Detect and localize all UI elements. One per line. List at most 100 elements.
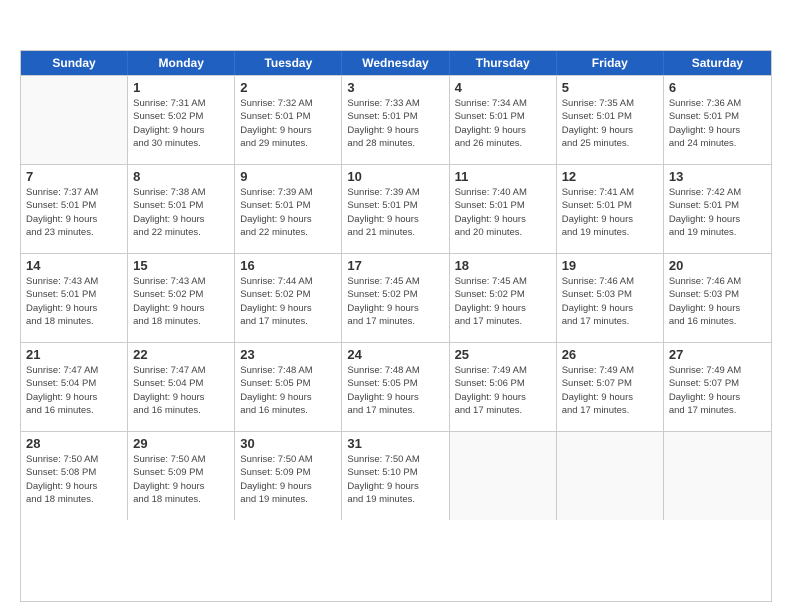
day-number: 29 [133,436,229,451]
calendar-row: 1 Sunrise: 7:31 AMSunset: 5:02 PMDaylight… [21,75,771,164]
day-number: 18 [455,258,551,273]
day-info: Sunrise: 7:47 AMSunset: 5:04 PMDaylight:… [26,364,122,417]
calendar-cell: 25 Sunrise: 7:49 AMSunset: 5:06 PMDayligh… [450,343,557,431]
calendar-cell: 23 Sunrise: 7:48 AMSunset: 5:05 PMDayligh… [235,343,342,431]
weekday-header: Friday [557,51,664,75]
calendar-cell: 14 Sunrise: 7:43 AMSunset: 5:01 PMDayligh… [21,254,128,342]
calendar-header: SundayMondayTuesdayWednesdayThursdayFrid… [21,51,771,75]
calendar-row: 14 Sunrise: 7:43 AMSunset: 5:01 PMDayligh… [21,253,771,342]
header [20,18,772,40]
calendar: SundayMondayTuesdayWednesdayThursdayFrid… [20,50,772,602]
day-info: Sunrise: 7:39 AMSunset: 5:01 PMDaylight:… [240,186,336,239]
day-number: 24 [347,347,443,362]
day-info: Sunrise: 7:46 AMSunset: 5:03 PMDaylight:… [669,275,766,328]
day-number: 21 [26,347,122,362]
day-number: 4 [455,80,551,95]
calendar-cell: 22 Sunrise: 7:47 AMSunset: 5:04 PMDayligh… [128,343,235,431]
day-info: Sunrise: 7:45 AMSunset: 5:02 PMDaylight:… [455,275,551,328]
day-info: Sunrise: 7:39 AMSunset: 5:01 PMDaylight:… [347,186,443,239]
day-number: 12 [562,169,658,184]
day-info: Sunrise: 7:32 AMSunset: 5:01 PMDaylight:… [240,97,336,150]
day-number: 28 [26,436,122,451]
day-number: 30 [240,436,336,451]
calendar-cell: 2 Sunrise: 7:32 AMSunset: 5:01 PMDaylight… [235,76,342,164]
day-number: 26 [562,347,658,362]
calendar-cell: 18 Sunrise: 7:45 AMSunset: 5:02 PMDayligh… [450,254,557,342]
day-number: 3 [347,80,443,95]
day-info: Sunrise: 7:42 AMSunset: 5:01 PMDaylight:… [669,186,766,239]
day-number: 9 [240,169,336,184]
day-info: Sunrise: 7:50 AMSunset: 5:10 PMDaylight:… [347,453,443,506]
day-info: Sunrise: 7:34 AMSunset: 5:01 PMDaylight:… [455,97,551,150]
calendar-cell [664,432,771,520]
day-info: Sunrise: 7:31 AMSunset: 5:02 PMDaylight:… [133,97,229,150]
day-number: 10 [347,169,443,184]
calendar-cell: 4 Sunrise: 7:34 AMSunset: 5:01 PMDaylight… [450,76,557,164]
day-number: 25 [455,347,551,362]
calendar-cell: 20 Sunrise: 7:46 AMSunset: 5:03 PMDayligh… [664,254,771,342]
day-number: 16 [240,258,336,273]
day-number: 31 [347,436,443,451]
calendar-cell: 13 Sunrise: 7:42 AMSunset: 5:01 PMDayligh… [664,165,771,253]
calendar-cell: 8Sunrise: 7:38 AMSunset: 5:01 PMDaylight… [128,165,235,253]
calendar-cell: 28 Sunrise: 7:50 AMSunset: 5:08 PMDayligh… [21,432,128,520]
day-number: 1 [133,80,229,95]
day-number: 14 [26,258,122,273]
calendar-row: 28 Sunrise: 7:50 AMSunset: 5:08 PMDayligh… [21,431,771,520]
calendar-cell: 27Sunrise: 7:49 AMSunset: 5:07 PMDayligh… [664,343,771,431]
calendar-cell: 19 Sunrise: 7:46 AMSunset: 5:03 PMDayligh… [557,254,664,342]
day-number: 22 [133,347,229,362]
day-info: Sunrise: 7:43 AMSunset: 5:01 PMDaylight:… [26,275,122,328]
calendar-cell [557,432,664,520]
day-info: Sunrise: 7:41 AMSunset: 5:01 PMDaylight:… [562,186,658,239]
calendar-cell: 15Sunrise: 7:43 AMSunset: 5:02 PMDayligh… [128,254,235,342]
weekday-header: Tuesday [235,51,342,75]
weekday-header: Saturday [664,51,771,75]
calendar-row: 7 Sunrise: 7:37 AMSunset: 5:01 PMDaylight… [21,164,771,253]
day-info: Sunrise: 7:48 AMSunset: 5:05 PMDaylight:… [240,364,336,417]
day-info: Sunrise: 7:49 AMSunset: 5:07 PMDaylight:… [562,364,658,417]
calendar-cell: 12 Sunrise: 7:41 AMSunset: 5:01 PMDayligh… [557,165,664,253]
day-info: Sunrise: 7:49 AMSunset: 5:07 PMDaylight:… [669,364,766,417]
calendar-cell: 21 Sunrise: 7:47 AMSunset: 5:04 PMDayligh… [21,343,128,431]
calendar-cell: 1 Sunrise: 7:31 AMSunset: 5:02 PMDaylight… [128,76,235,164]
calendar-cell: 9 Sunrise: 7:39 AMSunset: 5:01 PMDaylight… [235,165,342,253]
calendar-cell: 17Sunrise: 7:45 AMSunset: 5:02 PMDayligh… [342,254,449,342]
weekday-header: Monday [128,51,235,75]
calendar-body: 1 Sunrise: 7:31 AMSunset: 5:02 PMDaylight… [21,75,771,520]
day-number: 20 [669,258,766,273]
day-number: 5 [562,80,658,95]
day-number: 19 [562,258,658,273]
calendar-cell: 24Sunrise: 7:48 AMSunset: 5:05 PMDayligh… [342,343,449,431]
logo-icon [20,18,42,40]
day-number: 6 [669,80,766,95]
day-number: 13 [669,169,766,184]
day-info: Sunrise: 7:49 AMSunset: 5:06 PMDaylight:… [455,364,551,417]
calendar-cell [21,76,128,164]
calendar-cell: 30 Sunrise: 7:50 AMSunset: 5:09 PMDayligh… [235,432,342,520]
day-number: 11 [455,169,551,184]
logo [20,18,44,40]
day-info: Sunrise: 7:37 AMSunset: 5:01 PMDaylight:… [26,186,122,239]
calendar-cell: 29 Sunrise: 7:50 AMSunset: 5:09 PMDayligh… [128,432,235,520]
day-info: Sunrise: 7:43 AMSunset: 5:02 PMDaylight:… [133,275,229,328]
calendar-cell: 10 Sunrise: 7:39 AMSunset: 5:01 PMDayligh… [342,165,449,253]
calendar-page: SundayMondayTuesdayWednesdayThursdayFrid… [0,0,792,612]
calendar-cell: 16 Sunrise: 7:44 AMSunset: 5:02 PMDayligh… [235,254,342,342]
day-info: Sunrise: 7:44 AMSunset: 5:02 PMDaylight:… [240,275,336,328]
day-info: Sunrise: 7:50 AMSunset: 5:09 PMDaylight:… [133,453,229,506]
day-info: Sunrise: 7:50 AMSunset: 5:08 PMDaylight:… [26,453,122,506]
calendar-row: 21 Sunrise: 7:47 AMSunset: 5:04 PMDayligh… [21,342,771,431]
day-number: 8 [133,169,229,184]
calendar-cell [450,432,557,520]
day-info: Sunrise: 7:50 AMSunset: 5:09 PMDaylight:… [240,453,336,506]
day-info: Sunrise: 7:46 AMSunset: 5:03 PMDaylight:… [562,275,658,328]
weekday-header: Thursday [450,51,557,75]
day-info: Sunrise: 7:47 AMSunset: 5:04 PMDaylight:… [133,364,229,417]
calendar-cell: 3 Sunrise: 7:33 AMSunset: 5:01 PMDaylight… [342,76,449,164]
calendar-cell: 11Sunrise: 7:40 AMSunset: 5:01 PMDayligh… [450,165,557,253]
day-number: 23 [240,347,336,362]
day-number: 2 [240,80,336,95]
day-number: 7 [26,169,122,184]
day-info: Sunrise: 7:33 AMSunset: 5:01 PMDaylight:… [347,97,443,150]
